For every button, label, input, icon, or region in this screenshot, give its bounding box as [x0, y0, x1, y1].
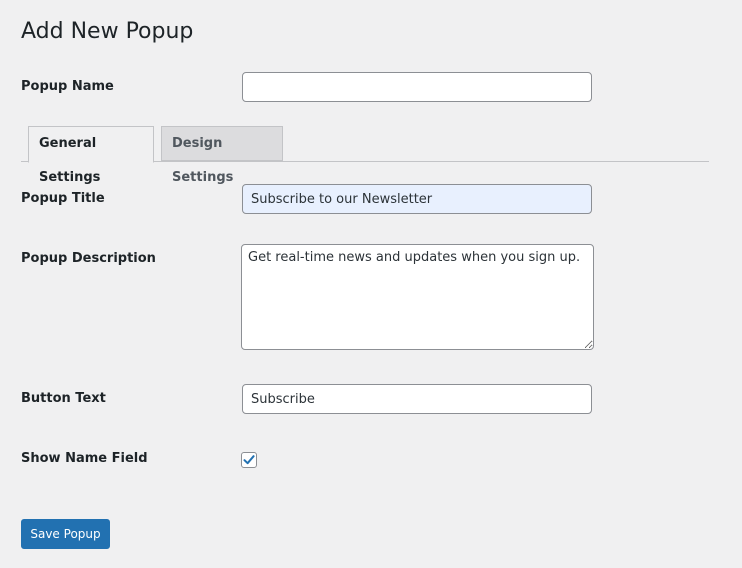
popup-title-label: Popup Title — [21, 191, 105, 206]
tab-general-settings[interactable]: General Settings — [28, 126, 154, 185]
show-name-field-checkbox[interactable] — [241, 452, 257, 468]
popup-title-input[interactable] — [242, 184, 592, 214]
popup-description-label: Popup Description — [21, 251, 156, 266]
button-text-input[interactable] — [242, 384, 592, 414]
checkmark-icon — [243, 455, 255, 465]
settings-tabs: General Settings Design Settings — [21, 126, 709, 185]
popup-name-label: Popup Name — [21, 79, 114, 94]
page-title: Add New Popup — [21, 19, 194, 44]
popup-description-textarea[interactable]: Get real-time news and updates when you … — [241, 244, 594, 350]
popup-name-input[interactable] — [242, 72, 592, 102]
add-popup-page: Add New Popup Popup Name General Setting… — [0, 0, 742, 568]
save-popup-button[interactable]: Save Popup — [21, 519, 110, 549]
tab-design-settings[interactable]: Design Settings — [161, 126, 283, 185]
button-text-label: Button Text — [21, 391, 106, 406]
show-name-field-label: Show Name Field — [21, 451, 148, 466]
